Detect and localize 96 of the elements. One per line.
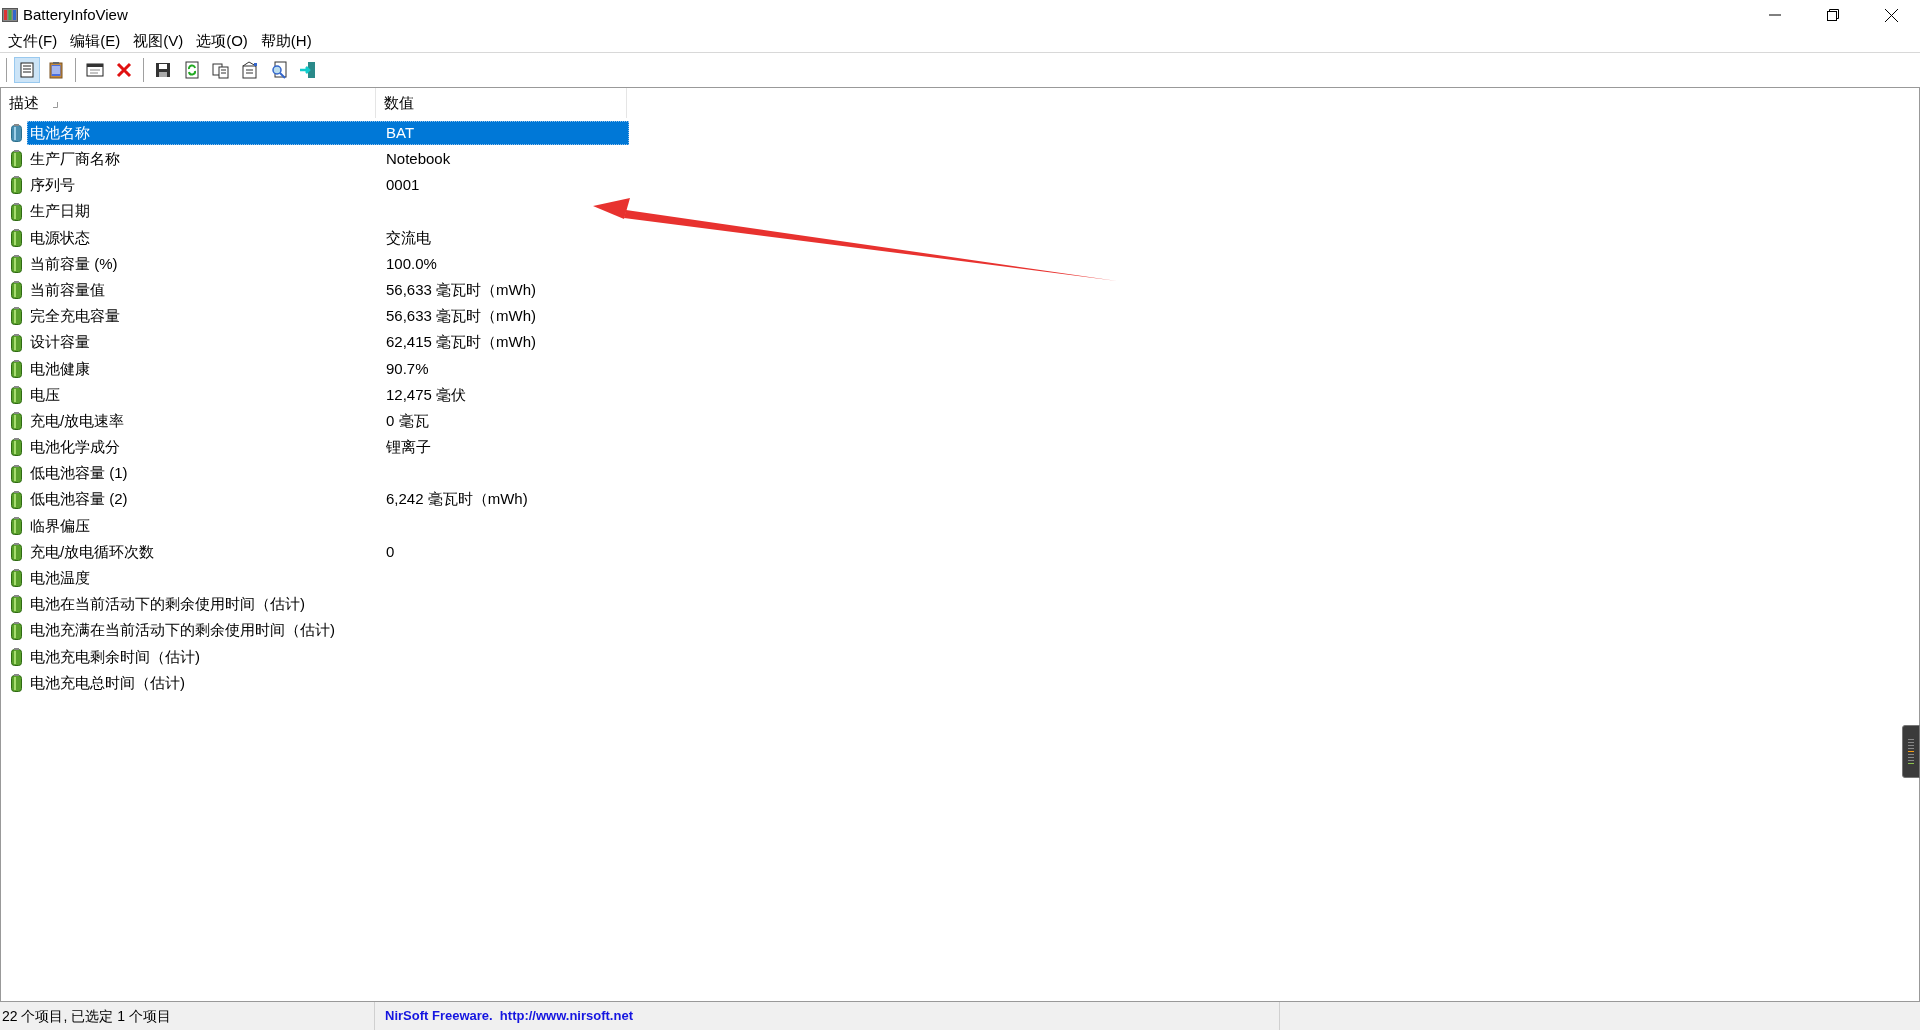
battery-icon [11,359,22,378]
table-cell-text: 0001 [385,175,420,196]
battery-icon [11,385,22,404]
table-cell-text: 12,475 毫伏 [385,384,467,405]
table-row[interactable]: 电池健康 90.7% [27,356,430,381]
battery-icon [11,647,22,666]
restore-icon [1827,9,1839,21]
battery-icon [11,228,22,247]
table-row[interactable]: 电池充满在当前活动下的剩余使用时间（估计) [27,618,384,643]
table-cell-text: 0 毫瓦 [385,410,429,431]
battery-icon [11,516,22,535]
status-text: 22 个项目, 已选定 1 个项目 [2,1006,171,1026]
battery-icon [11,124,22,143]
table-row[interactable]: 电压 12,475 毫伏 [27,382,468,407]
credit-link[interactable]: NirSoft Freeware. http://www.nirsoft.net [385,1006,633,1026]
table-cell-text: 交流电 [385,227,431,248]
table-row[interactable]: 电池温度 [27,566,384,591]
exit-door-icon [299,61,317,79]
properties-icon [241,61,259,79]
table-cell-text: 完全充电容量 [29,306,121,327]
menu-item[interactable]: 编辑(E) [64,30,127,52]
table-row[interactable]: 生产厂商名称 Notebook [27,147,452,172]
menu-item[interactable]: 帮助(H) [254,30,318,52]
table-row[interactable]: 电池名称 BAT [27,121,629,146]
table-cell-text: 电池化学成分 [29,437,121,458]
table-row[interactable]: 充电/放电循环次数 0 [27,540,396,565]
battery-icon [11,333,22,352]
table-cell-text: 56,633 毫瓦时（mWh) [385,306,537,327]
table-cell-text: 6,242 毫瓦时（mWh) [385,489,528,510]
battery-icon [11,281,22,300]
battery-icon [11,176,22,195]
table-cell-text: 电池名称 [29,122,91,143]
table-row[interactable]: 电源状态 交流电 [27,225,432,250]
table-row[interactable]: 当前容量 (%) 100.0% [27,252,438,277]
delete-icon [115,61,133,79]
table-cell-text: 90.7% [385,358,429,379]
sort-icon [53,102,58,108]
column-header[interactable]: 数值 [376,88,627,118]
table-cell-text: BAT [385,122,415,143]
page-icon [18,61,36,79]
battery-icon [11,543,22,562]
menu-item[interactable]: 选项(O) [190,30,254,52]
battery-icon [11,569,22,588]
battery-icon [11,490,22,509]
battery-icon [11,150,22,169]
table-cell-text: 低电池容量 (2) [29,489,129,510]
battery-icon [11,412,22,431]
battery-icon [11,595,22,614]
table-cell-text: Notebook [385,149,451,170]
window-icon [86,61,104,79]
table-row[interactable]: 序列号 0001 [27,173,421,198]
menu-item[interactable]: 视图(V) [127,30,190,52]
menu-item[interactable]: 文件(F) [2,30,64,52]
close-icon [1884,8,1898,22]
battery-icon [11,674,22,693]
battery-icon [11,438,22,457]
refresh-page-icon [183,61,201,79]
table-cell-text: 充电/放电循环次数 [29,541,156,562]
table-cell-text: 电池健康 [29,358,91,379]
battery-icon [11,464,22,483]
minimize-icon [1769,14,1781,16]
table-row[interactable]: 充电/放电速率 0 毫瓦 [27,409,430,434]
copy-icon [212,61,230,79]
table-row[interactable]: 电池充电总时间（估计) [27,671,384,696]
window-title: BatteryInfoView [23,4,128,25]
table-cell-text: 100.0% [385,253,437,274]
table-cell-text: 当前容量值 [29,279,106,300]
table-row[interactable]: 完全充电容量 56,633 毫瓦时（mWh) [27,304,538,329]
table-cell-text: 生产厂商名称 [29,149,121,170]
table-cell-text: 设计容量 [29,332,91,353]
table-row[interactable]: 当前容量值 56,633 毫瓦时（mWh) [27,278,538,303]
app-icon [2,8,18,22]
table-row[interactable]: 电池化学成分 锂离子 [27,435,432,460]
magnifier-icon [270,61,288,79]
table-cell-text: 锂离子 [385,437,431,458]
side-meter-widget[interactable] [1902,725,1920,778]
battery-icon [11,255,22,274]
table-row[interactable]: 低电池容量 (1) [27,461,384,486]
table-cell-text: 当前容量 (%) [29,253,119,274]
table-cell-text: 序列号 [29,175,76,196]
table-cell-text: 电源状态 [29,227,91,248]
table-row[interactable]: 电池在当前活动下的剩余使用时间（估计) [27,592,384,617]
clipboard-icon [47,61,65,79]
table-row[interactable]: 设计容量 62,415 毫瓦时（mWh) [27,330,538,355]
battery-icon [11,621,22,640]
table-row[interactable]: 生产日期 [27,199,384,224]
table-cell-text: 56,633 毫瓦时（mWh) [385,279,537,300]
battery-icon [11,202,22,221]
table-row[interactable]: 电池充电剩余时间（估计) [27,644,384,669]
table-cell-text: 电压 [29,384,61,405]
table-row[interactable]: 临界偏压 [27,513,384,538]
battery-icon [11,307,22,326]
table-row[interactable]: 低电池容量 (2) 6,242 毫瓦时（mWh) [27,487,529,512]
table-cell-text: 62,415 毫瓦时（mWh) [385,332,537,353]
table-cell-text: 充电/放电速率 [29,410,126,431]
table-cell-text: 0 [385,541,395,562]
